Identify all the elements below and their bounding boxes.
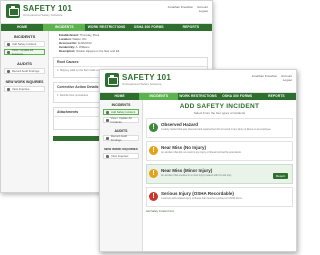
sidebar-item-label: View Inquiries <box>111 154 129 158</box>
option-near-miss-minor-injury[interactable]: Near Miss (Minor Injury) An accident tha… <box>146 164 293 184</box>
option-title: Serious Injury (OSHA Recordable) <box>161 191 234 196</box>
inbox-icon <box>106 154 109 158</box>
main-nav: HOME INCIDENTS WORK RESTRICTIONS OSHA 30… <box>100 93 296 100</box>
sidebar-item-label: Add Safety Incident <box>12 42 37 46</box>
sidebar-heading-incidents: INCIDENTS <box>111 103 131 107</box>
main-nav: HOME INCIDENTS WORK RESTRICTIONS OSHA 30… <box>1 24 212 31</box>
sidebar-heading-audits: AUDITS <box>114 129 128 133</box>
sidebar-item-record-audit[interactable]: Record Audit Findings <box>103 134 139 142</box>
sidebar-heading-incidents: INCIDENTS <box>13 34 36 39</box>
clipboard-icon <box>7 69 10 73</box>
option-observed-hazard[interactable]: Observed Hazard A safety hazard that was… <box>146 118 293 138</box>
sidebar-item-view-incidents[interactable]: View / Update All Incidents <box>103 116 139 124</box>
alert-icon <box>149 146 158 155</box>
app-logo[interactable]: SAFETY 101 Occupational Safety Software <box>105 73 171 87</box>
brand-title: SAFETY 101 <box>23 4 72 13</box>
clipboard-icon <box>106 136 109 140</box>
card-title: Root Causes <box>54 58 207 67</box>
user-name: Jonathan Knowlton <box>251 74 278 78</box>
report-button[interactable]: Report <box>272 173 288 179</box>
first-aid-kit-icon <box>6 4 20 18</box>
incident-type-picker: ADD SAFETY INCIDENT Select From the four… <box>146 100 293 251</box>
first-aid-kit-icon <box>105 73 119 87</box>
nav-home[interactable]: HOME <box>100 93 139 100</box>
option-near-miss-no-injury[interactable]: Near Miss (No Injury) An accident that d… <box>146 141 293 161</box>
page-subtitle: Select From the four types of incidents <box>193 111 246 115</box>
app-logo[interactable]: SAFETY 101 Occupational Safety Software <box>6 4 72 18</box>
option-desc: An accident that resulted in a minor inj… <box>161 174 232 177</box>
nav-reports[interactable]: REPORTS <box>170 24 212 31</box>
list-icon <box>106 118 109 122</box>
plus-icon <box>7 42 10 46</box>
sidebar-item-label: View Inquiries <box>12 87 30 91</box>
header-bar: SAFETY 101 Occupational Safety Software … <box>100 70 296 93</box>
nav-incidents[interactable]: INCIDENTS <box>139 93 179 100</box>
incident-meta: Establishment: Thursday, Plant Location:… <box>59 33 208 53</box>
nav-incidents[interactable]: INCIDENTS <box>43 24 86 31</box>
option-serious-injury[interactable]: Serious Injury (OSHA Recordable) A serio… <box>146 187 293 207</box>
option-title: Near Miss (Minor Injury) <box>161 168 213 173</box>
plus-icon <box>106 110 109 114</box>
user-name: Jonathan Knowlton <box>167 5 194 9</box>
inbox-icon <box>7 87 10 91</box>
sidebar-item-add-incident[interactable]: Add Safety Incident <box>103 109 139 115</box>
nav-reports[interactable]: REPORTS <box>257 93 296 100</box>
option-desc: An accident that did not result in any i… <box>161 151 242 154</box>
sidebar: INCIDENTS Add Safety Incident View / Upd… <box>1 31 49 192</box>
sidebar-item-label: Record Audit Findings <box>12 69 40 73</box>
sidebar-item-record-audit[interactable]: Record Audit Findings <box>4 68 45 74</box>
meta-value: Worker slipped on the floor and fell <box>76 49 120 53</box>
sidebar-item-label: Record Audit Findings <box>110 134 127 142</box>
sidebar-heading-new-work: NEW WORK INQUIRIES <box>104 147 138 151</box>
option-title: Near Miss (No Injury) <box>161 145 207 150</box>
option-desc: A safety hazard that was observed and re… <box>161 128 272 131</box>
sidebar-item-view-incidents[interactable]: View / Update All Incidents <box>4 48 45 56</box>
alert-icon <box>149 192 158 201</box>
sidebar-heading-new-work: NEW WORK INQUIRIES <box>5 80 44 84</box>
logout-link[interactable]: Logout <box>199 9 208 13</box>
logout-link[interactable]: Logout <box>283 78 292 82</box>
alert-icon <box>149 123 158 132</box>
add-incident-window: SAFETY 101 Occupational Safety Software … <box>99 69 297 252</box>
nav-home[interactable]: HOME <box>1 24 43 31</box>
footer-link[interactable]: Add Safety Incident Form <box>146 210 293 213</box>
sidebar-item-label: View / Update All Incidents <box>11 48 33 56</box>
sidebar-heading-audits: AUDITS <box>17 61 32 66</box>
nav-work-restrictions[interactable]: WORK RESTRICTIONS <box>85 24 127 31</box>
sidebar-item-add-incident[interactable]: Add Safety Incident <box>4 41 45 47</box>
page-title: ADD SAFETY INCIDENT <box>179 103 260 110</box>
brand-subtitle: Occupational Safety Software <box>122 82 162 86</box>
nav-osha-forms[interactable]: OSHA 300 FORMS <box>218 93 257 100</box>
header-bar: SAFETY 101 Occupational Safety Software … <box>1 1 212 24</box>
list-icon <box>7 50 10 54</box>
brand-title: SAFETY 101 <box>122 73 171 82</box>
nav-osha-forms[interactable]: OSHA 300 FORMS <box>128 24 170 31</box>
sidebar-item-label: View / Update All Incidents <box>110 116 132 124</box>
brand-subtitle: Occupational Safety Software <box>23 13 63 17</box>
sidebar: INCIDENTS Add Safety Incident View / Upd… <box>100 100 143 251</box>
option-title: Observed Hazard <box>161 122 199 127</box>
alert-icon <box>149 169 158 178</box>
sidebar-item-view-inquiries[interactable]: View Inquiries <box>4 86 45 92</box>
nav-work-restrictions[interactable]: WORK RESTRICTIONS <box>178 93 217 100</box>
option-desc: A serious work-related injury or illness… <box>161 197 243 200</box>
meta-label: Description: <box>59 49 76 53</box>
sidebar-item-label: Add Safety Incident <box>111 110 136 114</box>
sidebar-item-view-inquiries[interactable]: View Inquiries <box>103 153 139 159</box>
account-menu: Jonathan Knowlton Account Logout <box>252 74 292 82</box>
account-menu: Jonathan Knowlton Account Logout <box>168 5 208 13</box>
